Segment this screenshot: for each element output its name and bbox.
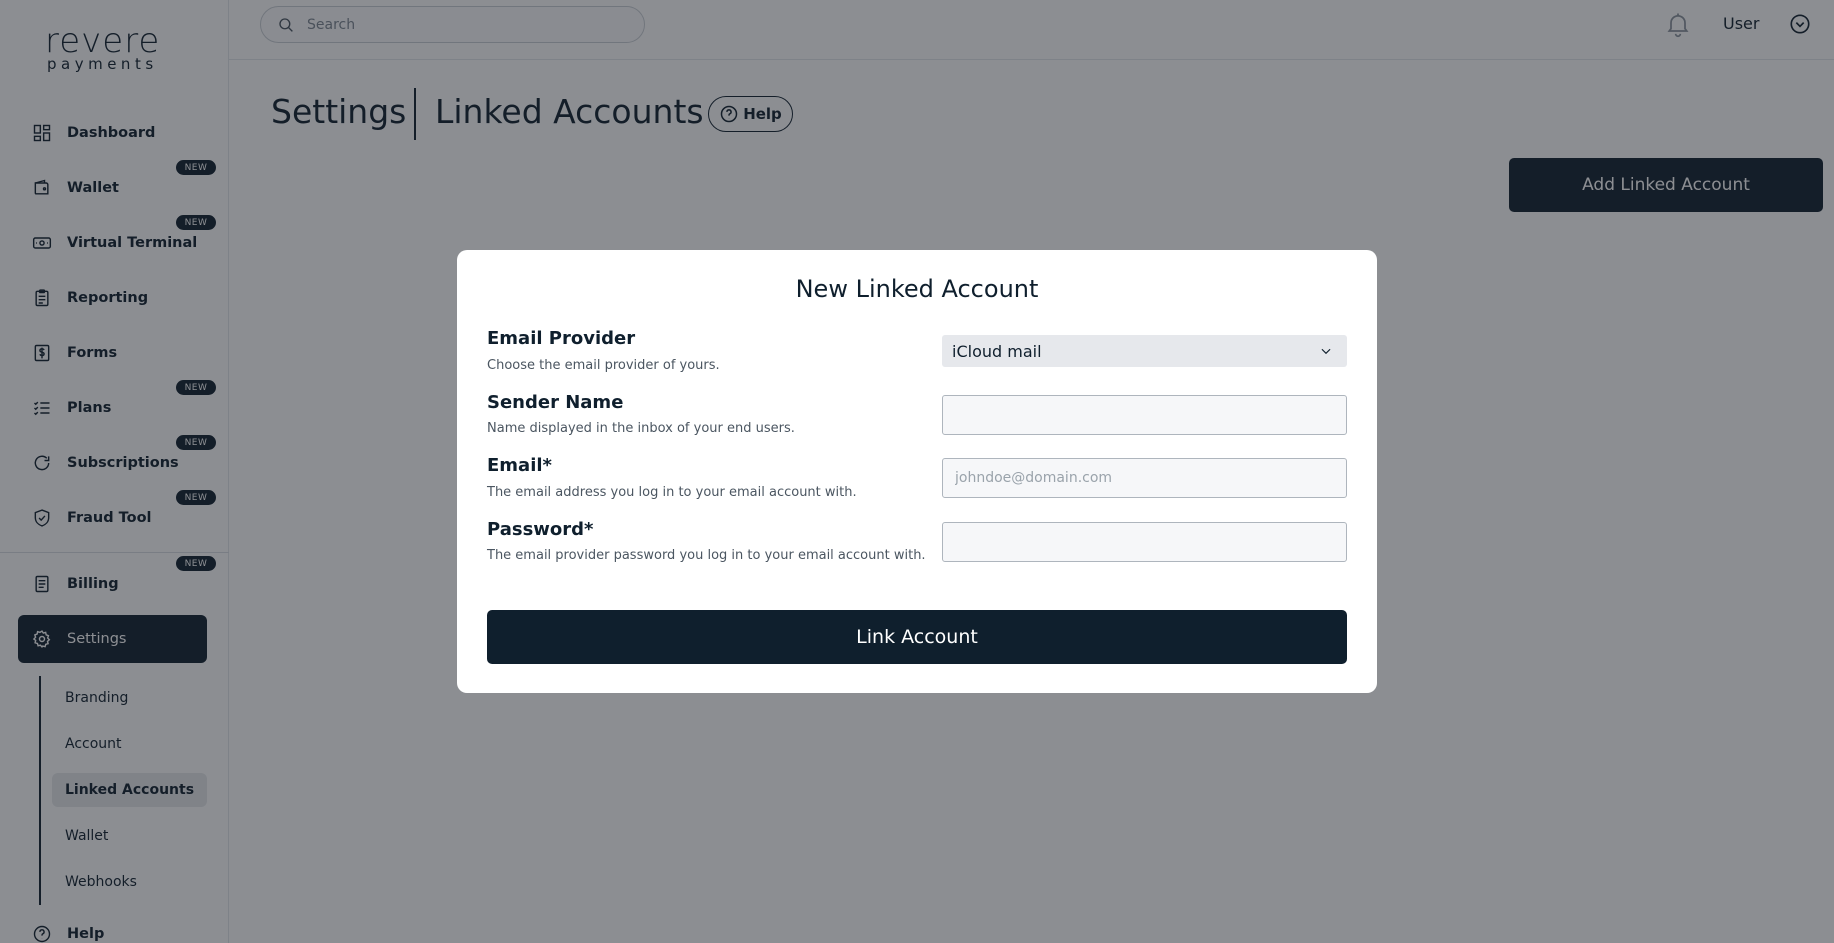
password-description: The email provider password you log in t…	[487, 548, 926, 563]
email-provider-value: iCloud mail	[952, 341, 1042, 361]
sender-name-description: Name displayed in the inbox of your end …	[487, 421, 795, 436]
email-provider-description: Choose the email provider of yours.	[487, 358, 720, 373]
email-provider-label: Email Provider	[487, 328, 636, 349]
email-description: The email address you log in to your ema…	[487, 485, 857, 500]
modal-title: New Linked Account	[795, 275, 1039, 303]
password-label: Password*	[487, 519, 594, 540]
email-label: Email*	[487, 455, 552, 476]
link-account-button[interactable]: Link Account	[487, 610, 1347, 664]
email-provider-select[interactable]: iCloud mail	[942, 335, 1347, 367]
sender-name-label: Sender Name	[487, 392, 624, 413]
password-input[interactable]	[942, 522, 1347, 562]
sender-name-input[interactable]	[942, 395, 1347, 435]
email-input[interactable]	[942, 458, 1347, 498]
chevron-down-icon	[1321, 348, 1331, 355]
new-linked-account-modal: New Linked Account Email Provider Choose…	[457, 250, 1377, 693]
